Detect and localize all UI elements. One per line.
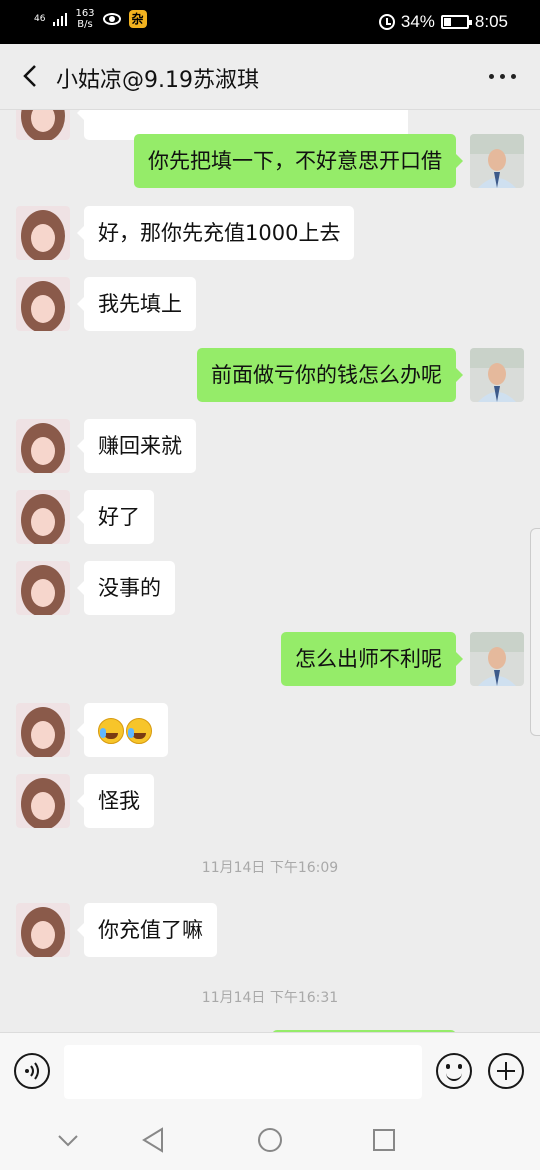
contact-avatar[interactable] [16, 277, 70, 331]
contact-avatar[interactable] [16, 561, 70, 615]
message-bubble-sent[interactable]: 你先把填一下，不好意思开口借 [134, 134, 463, 188]
message-bubble-received[interactable]: 你充值了嘛 [77, 903, 217, 957]
hide-keyboard-icon[interactable] [54, 1126, 82, 1154]
voice-icon [25, 1062, 39, 1080]
contact-avatar[interactable] [16, 206, 70, 260]
home-nav-icon[interactable] [256, 1126, 284, 1154]
battery-percent: 34% [400, 12, 435, 31]
status-left: 46 163 B/s 杂 [34, 8, 147, 30]
laugh-cry-emoji-icon [126, 718, 152, 744]
contact-avatar[interactable] [16, 774, 70, 828]
recents-nav-icon[interactable] [370, 1126, 398, 1154]
laugh-cry-emoji-icon [98, 718, 124, 744]
network-type: 46 [34, 13, 46, 24]
message-bubble-received[interactable]: 怪我 [77, 774, 154, 828]
app-notification-icon: 杂 [128, 10, 147, 28]
status-bar: 46 163 B/s 杂 34% 8:05 [0, 0, 540, 44]
contact-avatar[interactable] [16, 419, 70, 473]
system-nav-bar [0, 1110, 540, 1170]
message-bubble-received[interactable]: 赚回来就 [77, 419, 196, 473]
scroll-handle[interactable] [530, 528, 540, 736]
signal-icon [53, 12, 68, 26]
contact-avatar[interactable] [16, 110, 70, 140]
eye-comfort-icon [102, 13, 121, 25]
input-bar [0, 1032, 540, 1110]
battery-icon [440, 15, 472, 29]
message-timestamp: 11月14日 下午16:31 [201, 990, 339, 1006]
back-nav-icon[interactable] [140, 1126, 168, 1154]
my-avatar[interactable] [470, 348, 524, 402]
chat-header: 小姑凉@9.19苏淑琪 [0, 44, 540, 110]
contact-avatar[interactable] [16, 703, 70, 757]
back-arrow-icon[interactable] [18, 62, 46, 90]
my-avatar[interactable] [470, 632, 524, 686]
contact-avatar[interactable] [16, 903, 70, 957]
my-avatar[interactable] [470, 134, 524, 188]
speed-unit: B/s [77, 19, 93, 30]
status-right: 34% 8:05 [378, 12, 508, 32]
message-bubble-received[interactable]: 好了 [77, 490, 154, 544]
emoji-button[interactable] [436, 1053, 472, 1089]
message-bubble-received[interactable]: 好，那你先充值1000上去 [76, 206, 355, 260]
contact-avatar[interactable] [16, 490, 70, 544]
speed-value: 163 [75, 8, 95, 19]
more-functions-button[interactable] [488, 1053, 524, 1089]
chat-area[interactable]: 你先把填一下，不好意思开口借 好，那你先充值1000上去 我先填上 前面做亏你的… [0, 110, 540, 1032]
more-options-icon[interactable] [489, 74, 516, 79]
clock: 8:05 [474, 12, 508, 31]
message-bubble-emoji[interactable] [77, 703, 168, 757]
message-bubble-received[interactable]: 我先填上 [77, 277, 196, 331]
network-speed: 163 B/s [75, 8, 94, 30]
alarm-icon [378, 14, 395, 30]
chat-title: 小姑凉@9.19苏淑琪 [56, 68, 259, 93]
message-bubble-sent[interactable]: 前面做亏你的钱怎么办呢 [197, 348, 463, 402]
message-input[interactable] [64, 1045, 422, 1099]
message-bubble-sent[interactable]: 怎么出师不利呢 [281, 632, 463, 686]
message-bubble-received[interactable]: 没事的 [77, 561, 175, 615]
message-timestamp: 11月14日 下午16:09 [201, 860, 339, 876]
voice-input-button[interactable] [14, 1053, 50, 1089]
